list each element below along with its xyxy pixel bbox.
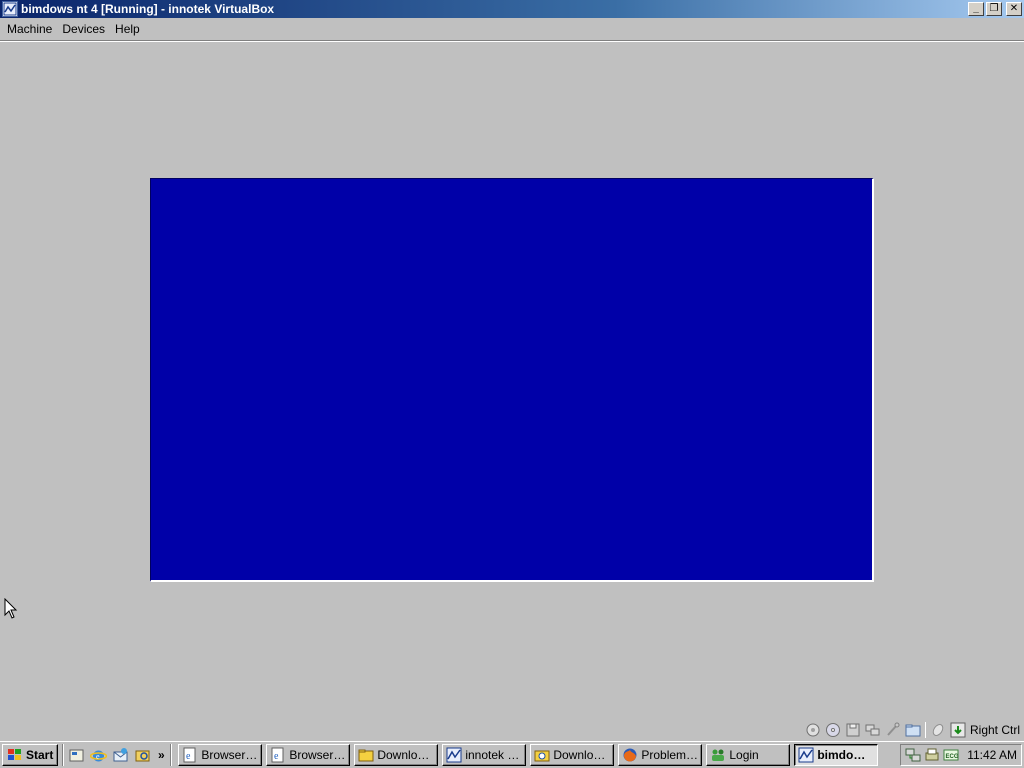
cd-icon[interactable]: [825, 722, 841, 738]
task-label: Login: [729, 748, 759, 762]
printer-tray-icon[interactable]: [924, 747, 940, 763]
task-browservice-2[interactable]: e Browservic...: [266, 744, 351, 766]
menu-bar: Machine Devices Help: [0, 18, 1024, 41]
task-label: Browservic...: [201, 748, 258, 762]
task-problem-log[interactable]: Problem lo...: [618, 744, 703, 766]
taskbar-divider: [170, 744, 173, 766]
task-browservice-1[interactable]: e Browservic...: [178, 744, 263, 766]
usb-icon[interactable]: [885, 722, 901, 738]
svg-text:e: e: [274, 751, 279, 762]
close-button[interactable]: ✕: [1006, 2, 1022, 16]
minimize-button[interactable]: _: [968, 2, 984, 16]
ie-page-icon: e: [270, 747, 286, 763]
network-tray-icon[interactable]: [905, 747, 921, 763]
taskbar-divider: [62, 744, 65, 766]
taskbar: Start e » e Browservic... e Browservic..…: [0, 741, 1024, 768]
internet-explorer-icon[interactable]: e: [90, 747, 108, 764]
task-label: bimdows...: [817, 748, 875, 762]
svg-text:e: e: [96, 752, 100, 761]
task-label: Downloads: [377, 748, 435, 762]
explorer-icon[interactable]: [134, 747, 151, 764]
antivirus-tray-icon[interactable]: ECG: [943, 747, 959, 763]
show-desktop-icon[interactable]: [68, 747, 85, 764]
vm-status-bar: Right Ctrl: [784, 720, 1024, 740]
network-icon[interactable]: [865, 722, 881, 738]
shared-folders-icon[interactable]: [905, 722, 921, 738]
firefox-icon: [622, 747, 638, 763]
task-downloads-1[interactable]: Downloads: [354, 744, 439, 766]
task-label: Problem lo...: [641, 748, 699, 762]
host-key-icon: [950, 722, 966, 738]
menu-machine[interactable]: Machine: [2, 20, 57, 38]
svg-text:e: e: [186, 751, 191, 762]
task-list: e Browservic... e Browservic... Download…: [178, 744, 879, 766]
window-titlebar[interactable]: bimdows nt 4 [Running] - innotek Virtual…: [0, 0, 1024, 18]
hard-disk-icon[interactable]: [805, 722, 821, 738]
mouse-cursor-icon: [4, 598, 18, 619]
window-title: bimdows nt 4 [Running] - innotek Virtual…: [21, 2, 275, 16]
task-downloads-2[interactable]: Downloads: [530, 744, 615, 766]
vm-display[interactable]: [150, 178, 874, 582]
task-innotek-virtualbox[interactable]: innotek Vir...: [442, 744, 527, 766]
folder-icon: [358, 747, 374, 763]
virtualbox-icon[interactable]: [2, 1, 18, 17]
status-separator: [924, 722, 926, 738]
task-bimdows[interactable]: bimdows...: [794, 744, 879, 766]
mouse-integration-icon[interactable]: [930, 722, 946, 738]
task-label: Downloads: [553, 748, 611, 762]
floppy-icon[interactable]: [845, 722, 861, 738]
task-label: Browservic...: [289, 748, 346, 762]
users-icon: [710, 747, 726, 763]
menu-help[interactable]: Help: [110, 20, 145, 38]
outlook-express-icon[interactable]: [112, 747, 129, 764]
menu-devices[interactable]: Devices: [57, 20, 110, 38]
quick-launch-more[interactable]: »: [156, 748, 166, 762]
quick-launch: e »: [68, 747, 166, 764]
search-folder-icon: [534, 747, 550, 763]
restore-button[interactable]: ❐: [986, 2, 1002, 16]
host-key-label: Right Ctrl: [969, 723, 1020, 737]
clock[interactable]: 11:42 AM: [967, 748, 1017, 762]
svg-text:ECG: ECG: [946, 754, 959, 760]
task-label: innotek Vir...: [465, 748, 522, 762]
task-login[interactable]: Login: [706, 744, 791, 766]
menu-divider: [0, 41, 1024, 42]
start-button[interactable]: Start: [2, 744, 59, 766]
virtualbox-icon: [446, 747, 462, 763]
start-label: Start: [26, 748, 54, 762]
system-tray: ECG 11:42 AM: [900, 744, 1022, 766]
virtualbox-icon: [798, 747, 814, 763]
windows-logo-icon: [8, 749, 21, 760]
ie-page-icon: e: [182, 747, 198, 763]
